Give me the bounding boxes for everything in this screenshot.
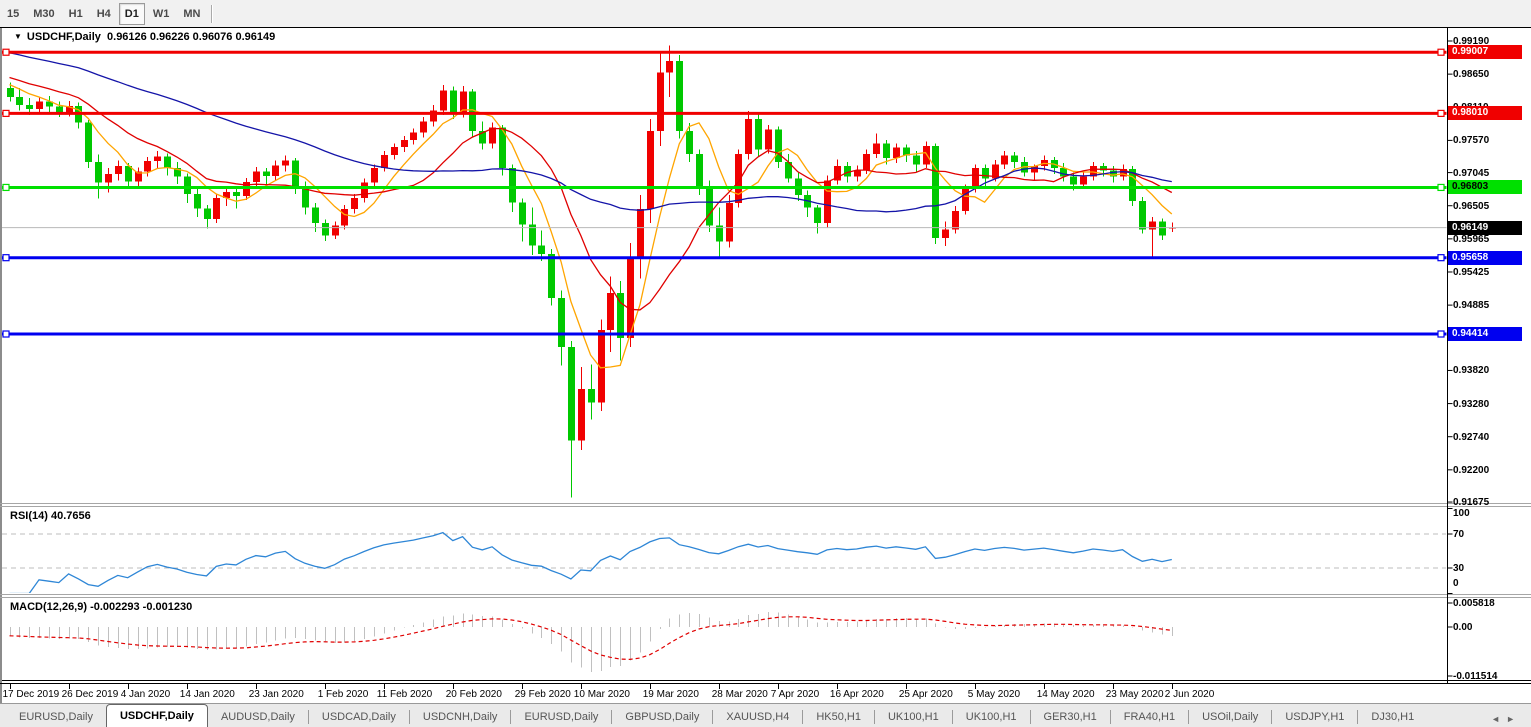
chart-ohlc-values: 0.96126 0.96226 0.96076 0.96149 [107,31,275,43]
hline-handle[interactable] [3,49,9,55]
macd-indicator-label: MACD(12,26,9) -0.002293 -0.001230 [10,601,192,613]
chart-symbol-label: USDCHF,Daily [27,31,101,43]
hline-handle[interactable] [1438,49,1444,55]
chart-title: ▼ USDCHF,Daily 0.96126 0.96226 0.96076 0.… [14,31,275,43]
hline-handle[interactable] [3,184,9,190]
macd-layer [10,612,1173,672]
hline-handle[interactable] [3,255,9,261]
hline-handle[interactable] [1438,110,1444,116]
hline-handle[interactable] [1438,184,1444,190]
hline-handle[interactable] [3,110,9,116]
hline-handle[interactable] [1438,255,1444,261]
hline-handle[interactable] [3,331,9,337]
trading-platform-window: 15M30H1H4D1W1MN ▼USDCHF,Daily 0.96126 0.… [0,0,1531,727]
rsi-layer [2,533,1447,594]
symbol-dropdown-icon[interactable]: ▼ [14,32,22,41]
hline-handle[interactable] [1438,331,1444,337]
rsi-indicator-label: RSI(14) 40.7656 [10,510,91,522]
chart-canvas[interactable] [0,0,1531,727]
